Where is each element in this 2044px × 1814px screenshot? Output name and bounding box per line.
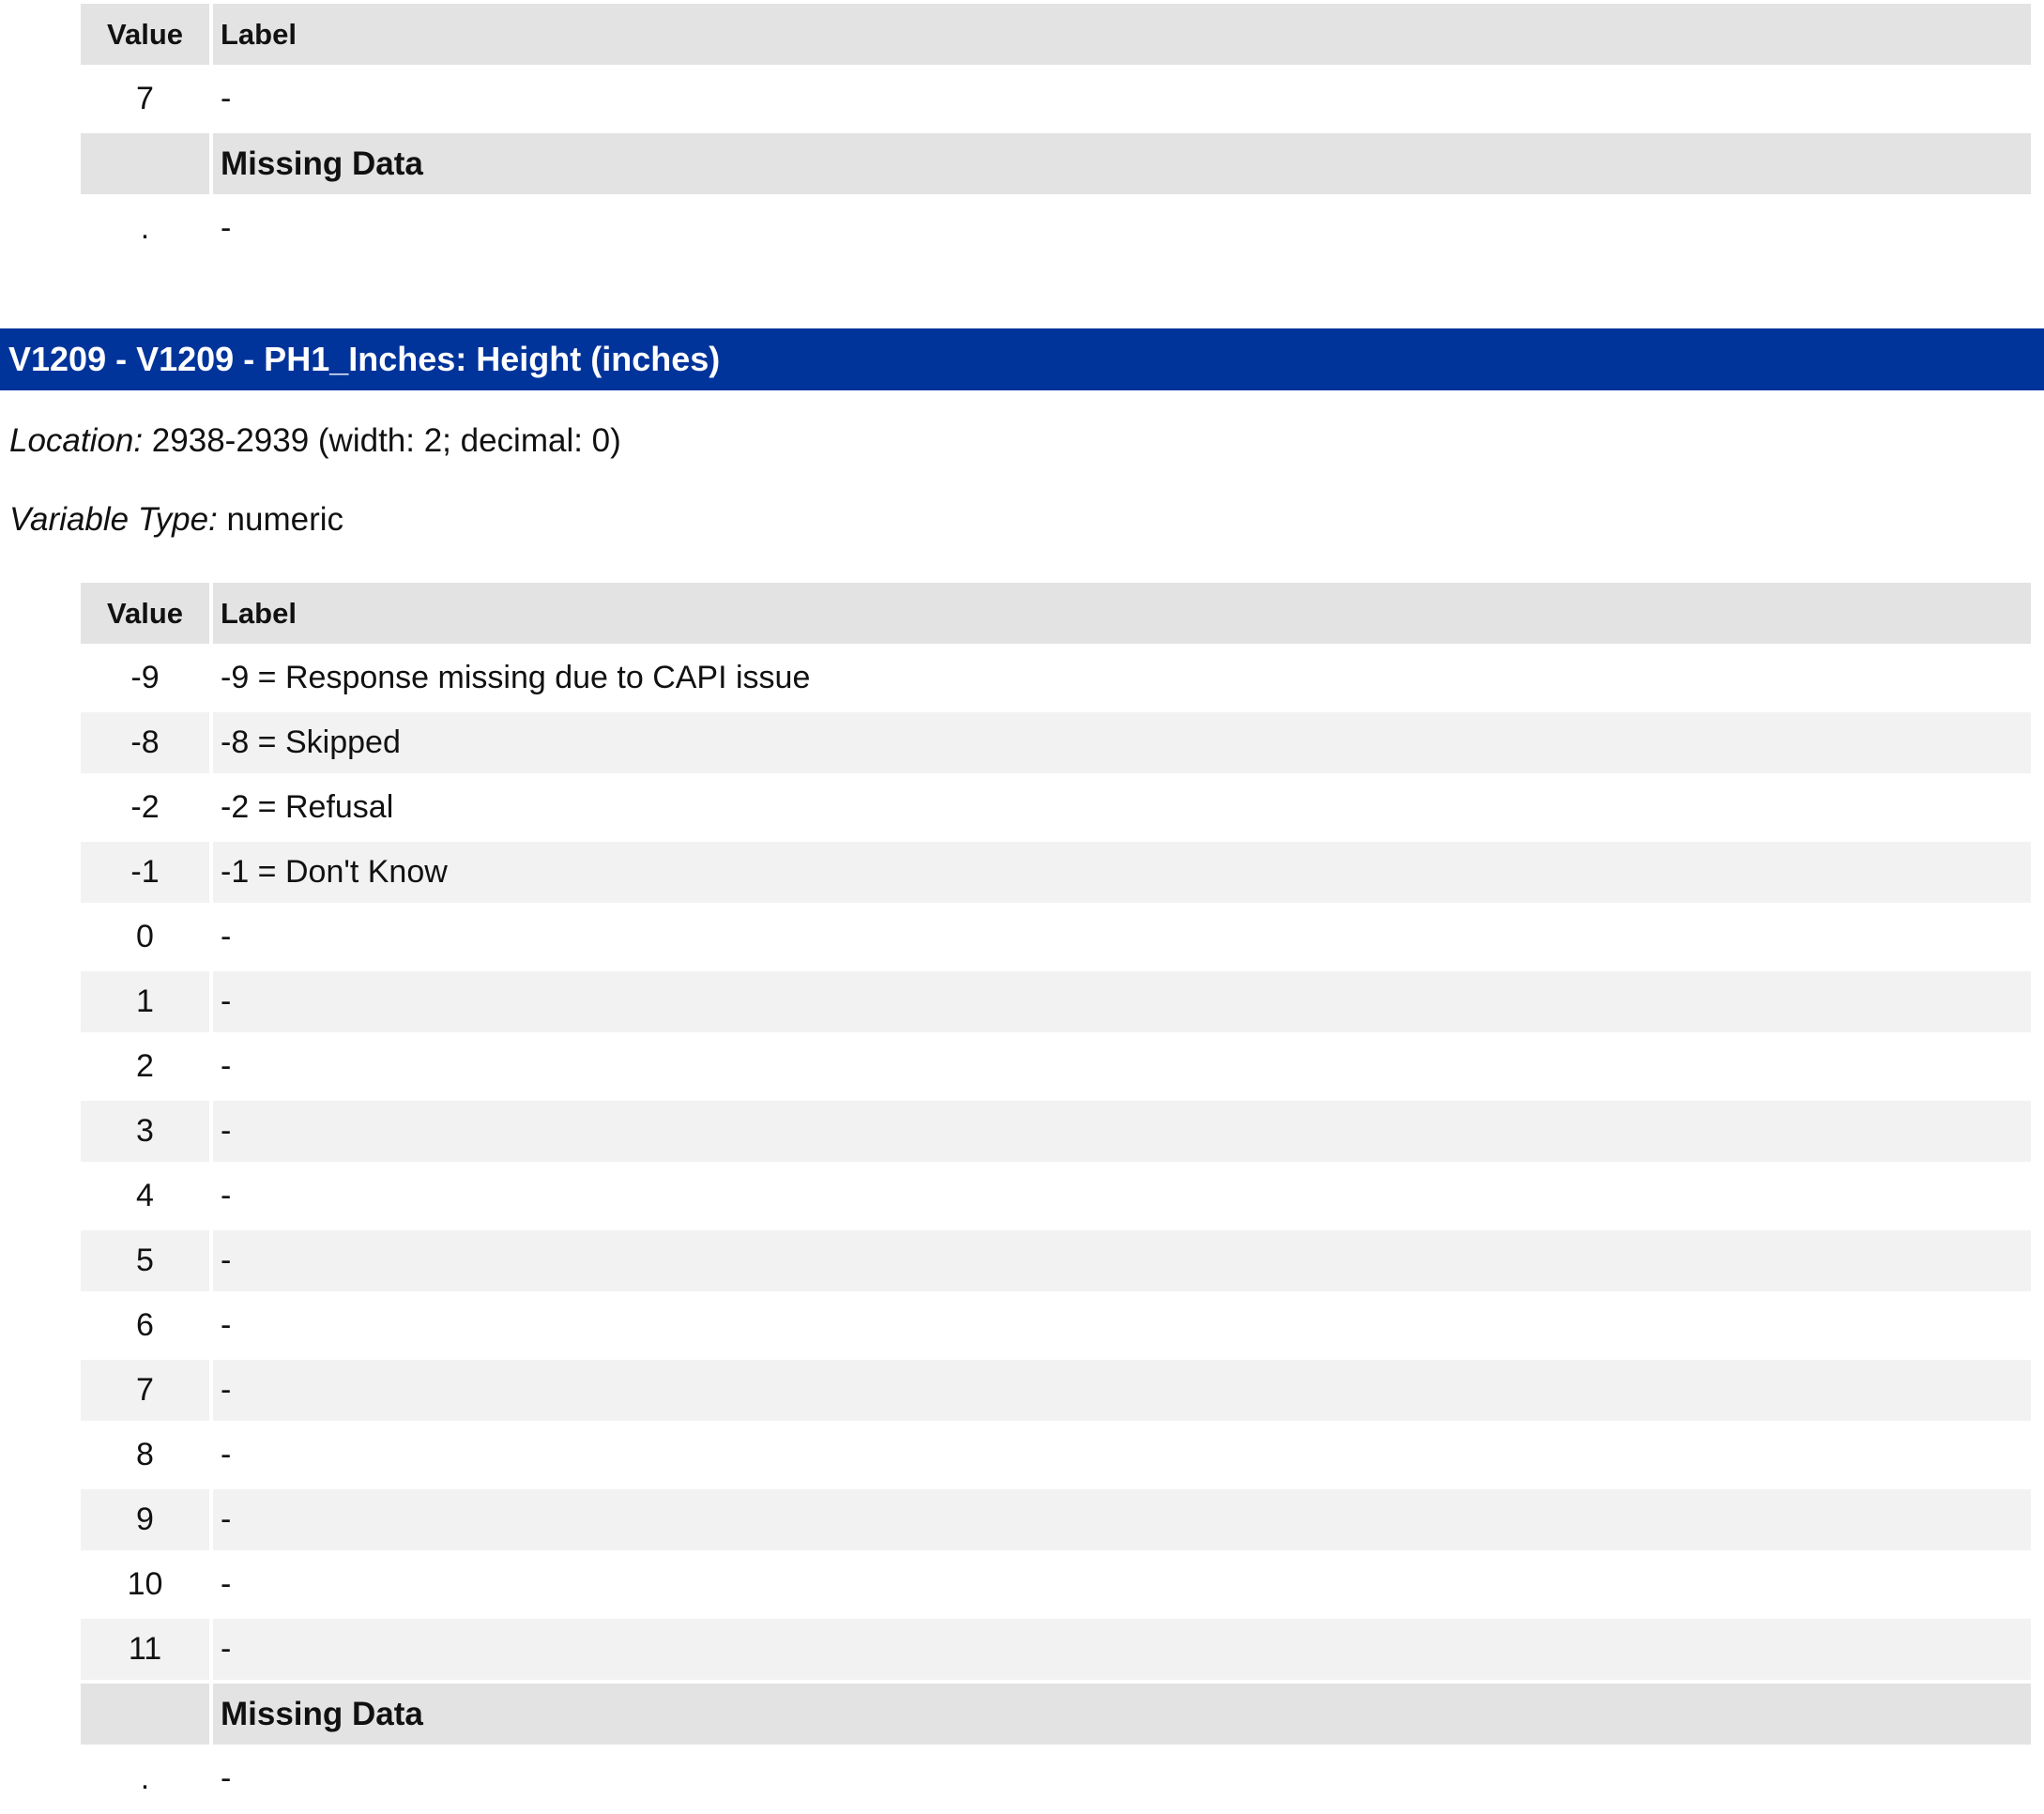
variable-type: Variable Type: numeric: [9, 501, 343, 539]
label-cell: -: [213, 1425, 2031, 1486]
table-row: -8 -8 = Skipped: [81, 712, 2031, 773]
table-row: 6-: [81, 1295, 2031, 1356]
table-row: -2 -2 = Refusal: [81, 777, 2031, 838]
label-cell: -: [213, 907, 2031, 968]
table-row: 0-: [81, 907, 2031, 968]
value-label-table-top: Value Label 7 - Missing Data . -: [77, 0, 2035, 263]
table-row: 7-: [81, 1360, 2031, 1421]
value-cell: 6: [81, 1295, 209, 1356]
table-header-row: Value Label: [81, 4, 2031, 65]
location-value: 2938-2939 (width: 2; decimal: 0): [151, 422, 621, 459]
label-cell: -: [213, 1166, 2031, 1227]
table-row: 11-: [81, 1619, 2031, 1680]
table-row: 4-: [81, 1166, 2031, 1227]
value-cell: 8: [81, 1425, 209, 1486]
value-cell: 11: [81, 1619, 209, 1680]
value-cell: 7: [81, 69, 209, 130]
label-cell: -: [213, 1748, 2031, 1809]
value-label-table: Value Label -9 -9 = Response missing due …: [77, 579, 2035, 1813]
label-cell: -2 = Refusal: [213, 777, 2031, 838]
value-cell: 0: [81, 907, 209, 968]
missing-data-heading: Missing Data: [213, 133, 2031, 194]
table-row: 8-: [81, 1425, 2031, 1486]
type-value: numeric: [226, 501, 343, 538]
value-cell: 4: [81, 1166, 209, 1227]
value-cell: -8: [81, 712, 209, 773]
value-cell: -2: [81, 777, 209, 838]
value-column-header: Value: [81, 583, 209, 644]
label-cell: -: [213, 1295, 2031, 1356]
label-cell: -1 = Don't Know: [213, 842, 2031, 903]
value-cell: 9: [81, 1489, 209, 1550]
label-cell: -: [213, 1360, 2031, 1421]
table-row: 5-: [81, 1230, 2031, 1291]
location-key: Location:: [9, 422, 144, 459]
label-cell: -: [213, 1489, 2031, 1550]
label-cell: -: [213, 1101, 2031, 1162]
label-cell: -: [213, 198, 2031, 259]
type-key: Variable Type:: [9, 501, 218, 538]
label-cell: -: [213, 1036, 2031, 1097]
label-column-header: Label: [213, 4, 2031, 65]
value-cell: 2: [81, 1036, 209, 1097]
value-cell: .: [81, 198, 209, 259]
table-row: -1 -1 = Don't Know: [81, 842, 2031, 903]
table-row: 7 -: [81, 69, 2031, 130]
table-row: 9-: [81, 1489, 2031, 1550]
table-row: 10-: [81, 1554, 2031, 1615]
missing-data-section-row: Missing Data: [81, 133, 2031, 194]
value-cell: [81, 133, 209, 194]
label-cell: -: [213, 69, 2031, 130]
value-cell: -1: [81, 842, 209, 903]
label-column-header: Label: [213, 583, 2031, 644]
table-row: 3-: [81, 1101, 2031, 1162]
table-row: 1-: [81, 971, 2031, 1032]
label-cell: -8 = Skipped: [213, 712, 2031, 773]
label-cell: -: [213, 971, 2031, 1032]
value-cell: 7: [81, 1360, 209, 1421]
variable-location: Location: 2938-2939 (width: 2; decimal: …: [9, 422, 621, 460]
value-cell: -9: [81, 648, 209, 709]
value-column-header: Value: [81, 4, 209, 65]
label-cell: -: [213, 1554, 2031, 1615]
missing-data-section-row: Missing Data: [81, 1684, 2031, 1745]
value-cell: 1: [81, 971, 209, 1032]
label-cell: -: [213, 1230, 2031, 1291]
table-row: 2-: [81, 1036, 2031, 1097]
table-row: .-: [81, 1748, 2031, 1809]
value-cell: .: [81, 1748, 209, 1809]
missing-data-heading: Missing Data: [213, 1684, 2031, 1745]
label-cell: -9 = Response missing due to CAPI issue: [213, 648, 2031, 709]
value-cell: 3: [81, 1101, 209, 1162]
value-cell: 10: [81, 1554, 209, 1615]
value-cell: 5: [81, 1230, 209, 1291]
table-header-row: Value Label: [81, 583, 2031, 644]
table-row: . -: [81, 198, 2031, 259]
table-row: -9 -9 = Response missing due to CAPI issu…: [81, 648, 2031, 709]
label-cell: -: [213, 1619, 2031, 1680]
variable-title-bar: V1209 - V1209 - PH1_Inches: Height (inch…: [0, 328, 2044, 390]
value-cell: [81, 1684, 209, 1745]
